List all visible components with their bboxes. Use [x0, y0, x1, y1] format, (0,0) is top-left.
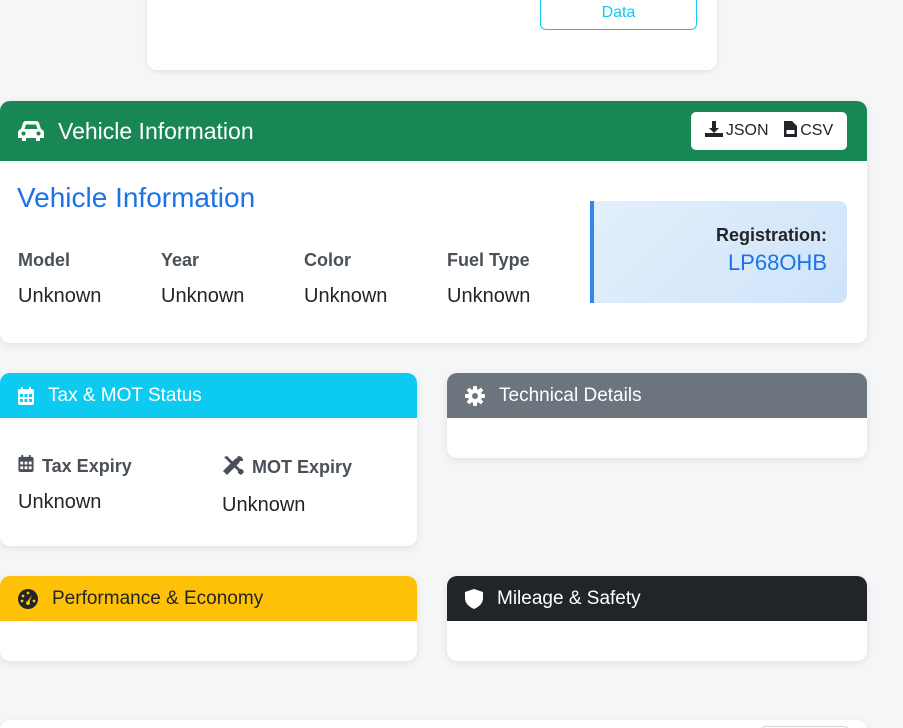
- registration-value: LP68OHB: [727, 250, 827, 275]
- csv-file-icon: [784, 120, 798, 142]
- technical-card-title: Technical Details: [499, 384, 642, 406]
- registration-box: Registration: LP68OHB: [590, 201, 847, 303]
- spec-value: Unknown: [304, 285, 388, 307]
- tax-mot-card-header: Tax & MOT Status: [0, 373, 417, 418]
- vehicle-information-card: Vehicle Information JSON CSV Vehicle Inf…: [0, 101, 867, 343]
- spec-value: Unknown: [447, 285, 531, 307]
- technical-details-card: Technical Details: [447, 373, 867, 458]
- mileage-safety-card: Mileage & Safety: [447, 576, 867, 661]
- export-json-button[interactable]: JSON: [704, 120, 769, 142]
- spec-year: Year Unknown: [161, 250, 244, 308]
- mot-expiry-label: MOT Expiry: [252, 457, 353, 477]
- spec-fuel-type: Fuel Type Unknown: [447, 250, 530, 308]
- export-buttons: JSON CSV: [691, 112, 847, 150]
- tax-mot-card: Tax & MOT Status Tax Expiry Unknown MOT …: [0, 373, 417, 546]
- spec-value: Unknown: [161, 285, 245, 307]
- mileage-card-header: Mileage & Safety: [447, 576, 867, 621]
- calendar-icon: [18, 386, 34, 405]
- top-card: Data: [147, 0, 717, 70]
- vehicle-card-header: Vehicle Information JSON CSV: [0, 101, 867, 161]
- mileage-card-title: Mileage & Safety: [497, 587, 641, 609]
- spec-model: Model Unknown: [18, 250, 101, 308]
- spec-label: Year: [161, 250, 200, 270]
- mot-expiry-value: Unknown: [222, 494, 306, 516]
- performance-economy-card: Performance & Economy: [0, 576, 417, 661]
- technical-card-header: Technical Details: [447, 373, 867, 418]
- export-json-label: JSON: [725, 122, 769, 139]
- tax-expiry: Tax Expiry Unknown: [18, 455, 132, 514]
- tax-expiry-value: Unknown: [18, 491, 102, 513]
- page: Data Vehicle Information JSON CSV Vehicl…: [0, 0, 903, 728]
- tax-mot-card-title: Tax & MOT Status: [48, 384, 202, 406]
- gear-icon: [465, 385, 485, 406]
- tax-expiry-label: Tax Expiry: [42, 455, 132, 476]
- spec-color: Color Unknown: [304, 250, 387, 308]
- download-icon: [704, 120, 723, 142]
- spec-value: Unknown: [18, 285, 102, 307]
- data-button[interactable]: Data: [540, 0, 697, 30]
- calendar-icon: [18, 455, 34, 477]
- registration-label: Registration:: [715, 225, 827, 245]
- gauge-icon: [18, 588, 38, 609]
- spec-label: Color: [304, 250, 351, 270]
- bottom-card: [0, 720, 867, 728]
- performance-card-title: Performance & Economy: [52, 587, 264, 609]
- tools-icon: [222, 455, 244, 480]
- mot-expiry: MOT Expiry Unknown: [222, 455, 352, 517]
- spec-label: Fuel Type: [447, 250, 530, 270]
- performance-card-header: Performance & Economy: [0, 576, 417, 621]
- car-icon: [18, 120, 44, 142]
- vehicle-card-title: Vehicle Information: [58, 117, 254, 144]
- vehicle-section-title: Vehicle Information: [17, 182, 256, 213]
- shield-icon: [465, 588, 483, 609]
- spec-label: Model: [18, 250, 70, 270]
- mot-expiry-label-row: MOT Expiry: [222, 455, 352, 480]
- export-csv-label: CSV: [800, 122, 834, 139]
- export-csv-button[interactable]: CSV: [784, 120, 834, 142]
- tax-expiry-label-row: Tax Expiry: [18, 455, 132, 477]
